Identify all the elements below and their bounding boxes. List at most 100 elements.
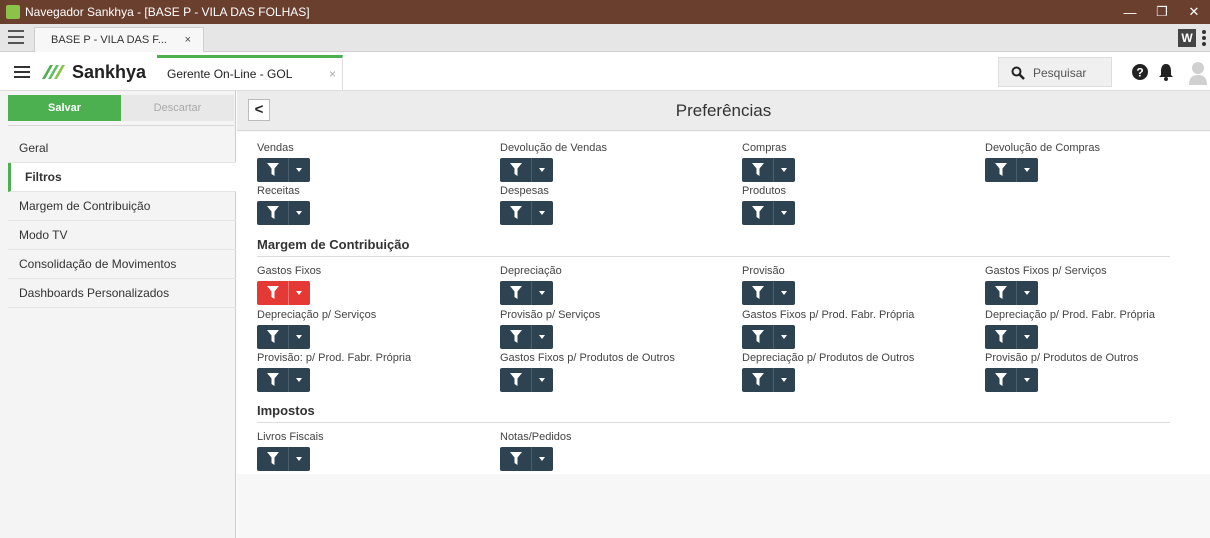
filter-icon[interactable] xyxy=(985,281,1017,305)
caret-down-icon[interactable] xyxy=(289,201,310,225)
help-icon[interactable]: ? xyxy=(1131,63,1149,81)
filter-icon[interactable] xyxy=(742,201,774,225)
filter-field: Gastos Fixos p/ Prod. Fabr. Própria xyxy=(742,309,972,349)
filter-icon[interactable] xyxy=(500,325,532,349)
minimize-icon[interactable]: — xyxy=(1114,5,1146,20)
browser-tab[interactable]: BASE P - VILA DAS F... × xyxy=(34,27,204,52)
filter-button[interactable] xyxy=(500,201,553,225)
filter-button[interactable] xyxy=(742,368,795,392)
restore-icon[interactable]: ❐ xyxy=(1146,4,1178,20)
filter-icon[interactable] xyxy=(985,158,1017,182)
caret-down-icon[interactable] xyxy=(289,281,310,305)
discard-button[interactable]: Descartar xyxy=(121,95,234,121)
filter-icon[interactable] xyxy=(257,281,289,305)
filter-field: Depreciação p/ Serviços xyxy=(257,309,487,349)
filter-label: Depreciação p/ Serviços xyxy=(257,309,377,321)
filter-icon[interactable] xyxy=(257,325,289,349)
sidebar-nav: Geral Filtros Margem de Contribuição Mod… xyxy=(8,134,236,308)
filter-button[interactable] xyxy=(500,281,553,305)
close-window-icon[interactable]: ✕ xyxy=(1178,4,1210,20)
sidebar-item-dashboards-personalizados[interactable]: Dashboards Personalizados xyxy=(8,279,236,308)
sidebar-item-modo-tv[interactable]: Modo TV xyxy=(8,221,236,250)
filter-button[interactable] xyxy=(257,201,310,225)
caret-down-icon[interactable] xyxy=(774,158,795,182)
caret-down-icon[interactable] xyxy=(1017,325,1038,349)
filter-field: Provisão: p/ Prod. Fabr. Própria xyxy=(257,352,487,392)
filter-icon[interactable] xyxy=(257,447,289,471)
save-button[interactable]: Salvar xyxy=(8,95,121,121)
filter-button[interactable] xyxy=(257,447,310,471)
kebab-menu-icon[interactable] xyxy=(1202,30,1208,46)
filter-icon[interactable] xyxy=(257,158,289,182)
browser-menu-icon[interactable] xyxy=(8,30,24,44)
filter-button[interactable] xyxy=(985,368,1038,392)
filter-icon[interactable] xyxy=(742,158,774,182)
filter-button[interactable] xyxy=(257,158,310,182)
w-logo-icon[interactable]: W xyxy=(1178,29,1196,47)
app-tab-gol[interactable]: Gerente On-Line - GOL × xyxy=(157,55,343,91)
filter-button[interactable] xyxy=(257,325,310,349)
close-icon[interactable]: × xyxy=(185,34,191,46)
caret-down-icon[interactable] xyxy=(289,158,310,182)
caret-down-icon[interactable] xyxy=(1017,368,1038,392)
search-box[interactable]: Pesquisar xyxy=(998,57,1112,87)
filter-icon[interactable] xyxy=(257,368,289,392)
filter-icon[interactable] xyxy=(742,368,774,392)
caret-down-icon[interactable] xyxy=(532,325,553,349)
filter-button[interactable] xyxy=(500,368,553,392)
filter-label: Gastos Fixos p/ Produtos de Outros xyxy=(500,352,675,364)
hamburger-menu-icon[interactable] xyxy=(14,66,30,78)
filter-icon[interactable] xyxy=(257,201,289,225)
filter-icon[interactable] xyxy=(500,201,532,225)
caret-down-icon[interactable] xyxy=(532,201,553,225)
filter-icon[interactable] xyxy=(500,158,532,182)
sidebar-item-filtros[interactable]: Filtros xyxy=(8,163,236,192)
caret-down-icon[interactable] xyxy=(774,281,795,305)
bell-icon[interactable] xyxy=(1158,63,1174,81)
filter-button[interactable] xyxy=(742,158,795,182)
filter-button[interactable] xyxy=(257,281,310,305)
caret-down-icon[interactable] xyxy=(532,447,553,471)
filter-icon[interactable] xyxy=(985,325,1017,349)
caret-down-icon[interactable] xyxy=(1017,158,1038,182)
filter-icon[interactable] xyxy=(500,368,532,392)
filter-button[interactable] xyxy=(500,158,553,182)
sidebar-item-geral[interactable]: Geral xyxy=(8,134,236,163)
filter-icon[interactable] xyxy=(500,281,532,305)
filter-button[interactable] xyxy=(742,201,795,225)
caret-down-icon[interactable] xyxy=(289,368,310,392)
filter-field: Receitas xyxy=(257,185,487,225)
caret-down-icon[interactable] xyxy=(532,281,553,305)
filter-field: Provisão p/ Produtos de Outros xyxy=(985,352,1210,392)
filter-field: Livros Fiscais xyxy=(257,431,487,471)
filter-button[interactable] xyxy=(985,281,1038,305)
back-button[interactable]: < xyxy=(248,99,270,121)
filter-field: Devolução de Compras xyxy=(985,142,1210,182)
caret-down-icon[interactable] xyxy=(289,447,310,471)
search-placeholder: Pesquisar xyxy=(1033,66,1087,80)
filter-field: Produtos xyxy=(742,185,972,225)
filter-button[interactable] xyxy=(742,325,795,349)
caret-down-icon[interactable] xyxy=(774,201,795,225)
filter-button[interactable] xyxy=(500,325,553,349)
caret-down-icon[interactable] xyxy=(532,158,553,182)
avatar[interactable] xyxy=(1189,61,1207,85)
caret-down-icon[interactable] xyxy=(532,368,553,392)
filter-icon[interactable] xyxy=(500,447,532,471)
close-icon[interactable]: × xyxy=(329,67,336,81)
caret-down-icon[interactable] xyxy=(289,325,310,349)
filter-icon[interactable] xyxy=(985,368,1017,392)
caret-down-icon[interactable] xyxy=(774,368,795,392)
filter-button[interactable] xyxy=(257,368,310,392)
sidebar-item-consolidacao-de-movimentos[interactable]: Consolidação de Movimentos xyxy=(8,250,236,279)
filter-button[interactable] xyxy=(500,447,553,471)
sidebar-item-margem-de-contribuicao[interactable]: Margem de Contribuição xyxy=(8,192,236,221)
filter-button[interactable] xyxy=(985,325,1038,349)
caret-down-icon[interactable] xyxy=(1017,281,1038,305)
caret-down-icon[interactable] xyxy=(774,325,795,349)
filter-button[interactable] xyxy=(742,281,795,305)
filter-button[interactable] xyxy=(985,158,1038,182)
filter-icon[interactable] xyxy=(742,325,774,349)
main-panel: Preferências < Margem de Contribuição Im… xyxy=(237,91,1210,538)
filter-icon[interactable] xyxy=(742,281,774,305)
